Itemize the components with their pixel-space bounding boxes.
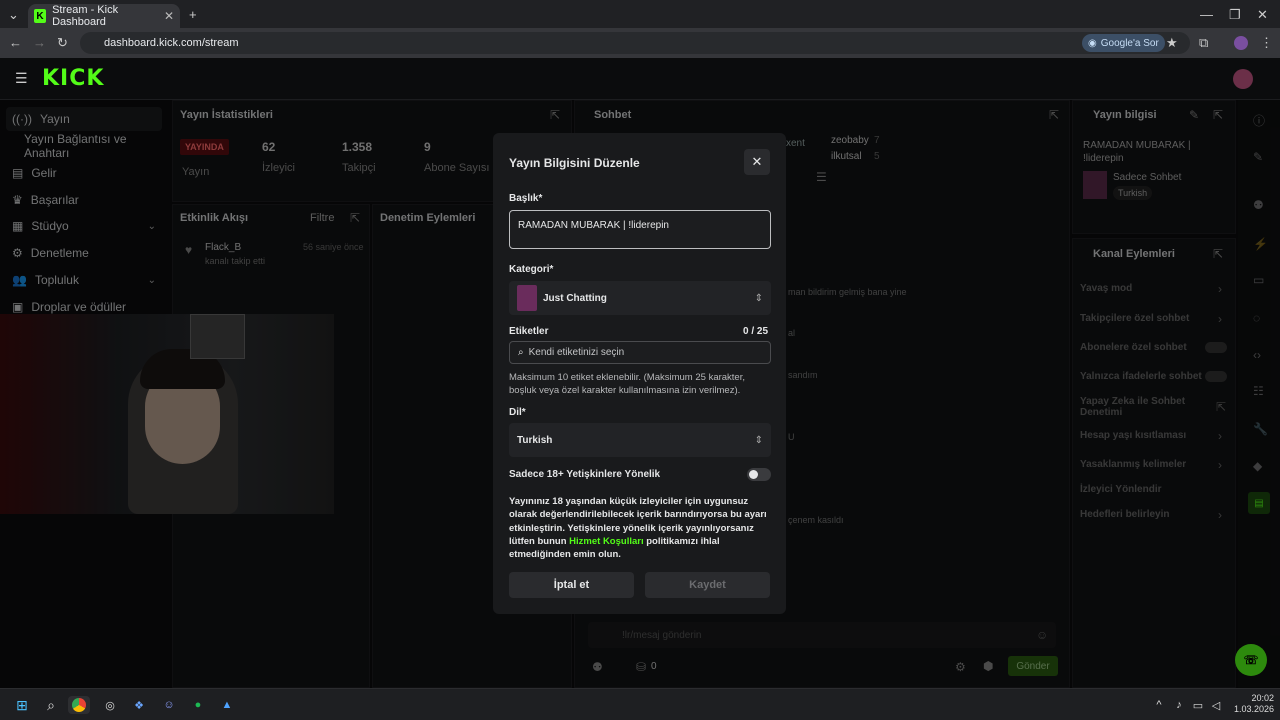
profile-avatar[interactable] [1234, 36, 1248, 50]
tags-count: 0 / 25 [743, 326, 769, 337]
terms-link[interactable]: Hizmet Koşulları [569, 536, 643, 547]
reload-icon[interactable]: ↻ [57, 35, 68, 51]
bookmark-star-icon[interactable]: ★ [1166, 35, 1178, 51]
lens-icon: ◉ [1088, 37, 1097, 49]
language-label: Dil* [509, 407, 526, 418]
menu-icon[interactable]: ⋮ [1260, 35, 1273, 51]
close-tab-icon[interactable]: ✕ [164, 9, 174, 23]
arc-taskbar-icon[interactable]: ▲ [218, 696, 236, 714]
back-icon[interactable]: ← [9, 35, 22, 50]
save-button[interactable]: Kaydet [645, 572, 770, 598]
modal-title: Yayın Bilgisini Düzenle [509, 156, 640, 170]
clock[interactable]: 20:02 1.03.2026 [1230, 693, 1274, 715]
adult-toggle[interactable] [747, 468, 771, 481]
minimize-icon[interactable]: — [1200, 7, 1213, 22]
discord-taskbar-icon[interactable]: ☺ [160, 696, 178, 714]
time: 20:02 [1251, 693, 1274, 703]
language-select[interactable]: Turkish ⇕ [509, 423, 771, 457]
close-icon[interactable]: ✕ [744, 149, 770, 175]
search-icon[interactable]: ⌕ [42, 696, 60, 714]
url-field[interactable]: dashboard.kick.com/stream [80, 32, 1190, 54]
new-tab-icon[interactable]: + [189, 7, 197, 22]
kick-favicon-icon: K [34, 9, 47, 23]
close-window-icon[interactable]: ✕ [1257, 7, 1268, 23]
spotify-taskbar-icon[interactable]: ● [189, 696, 207, 714]
date: 1.03.2026 [1233, 704, 1274, 714]
category-value: Just Chatting [543, 292, 607, 304]
select-arrows-icon: ⇕ [754, 434, 763, 446]
toggle-knob [749, 470, 758, 479]
app-taskbar-icon[interactable]: ❖ [130, 696, 148, 714]
google-ask-label: Google'a Sor [1100, 37, 1159, 49]
select-arrows-icon: ⇕ [754, 292, 763, 304]
category-label: Kategori* [509, 264, 554, 275]
chrome-taskbar-icon[interactable] [68, 696, 90, 714]
cancel-button[interactable]: İptal et [509, 572, 634, 598]
kick-logo[interactable]: KICK [42, 66, 104, 91]
search-icon: ⌕ [518, 347, 524, 358]
category-thumbnail [517, 285, 537, 311]
tags-input[interactable]: ⌕ Kendi etiketinizi seçin [509, 341, 771, 364]
tags-help: Maksimum 10 etiket eklenebilir. (Maksimu… [509, 372, 745, 396]
obs-taskbar-icon[interactable]: ◎ [101, 696, 119, 714]
tab-search-icon[interactable]: ⌄ [8, 7, 19, 23]
category-select[interactable]: Just Chatting ⇕ [509, 281, 771, 315]
user-avatar[interactable] [1233, 69, 1253, 89]
windows-start-icon[interactable]: ⊞ [13, 696, 31, 714]
url-text: dashboard.kick.com/stream [104, 37, 239, 49]
title-input-value: RAMADAN MUBARAK | !liderepin [518, 220, 669, 231]
forward-icon[interactable]: → [33, 35, 46, 50]
tab-title: Stream - Kick Dashboard [52, 4, 119, 28]
title-label: Başlık* [509, 193, 543, 204]
adult-label: Sadece 18+ Yetişkinlere Yönelik [509, 469, 661, 480]
dashboard-header [0, 58, 1280, 100]
microphone-icon[interactable]: ♪ [1170, 696, 1188, 714]
hamburger-icon[interactable]: ☰ [15, 70, 28, 87]
adult-help: Yayınınız 18 yaşından küçük izleyiciler … [509, 495, 771, 561]
tray-chevron-icon[interactable]: ^ [1150, 696, 1168, 714]
browser-tab[interactable]: K Stream - Kick Dashboard ✕ [28, 4, 180, 28]
network-icon[interactable]: ▭ [1189, 696, 1207, 714]
tags-label: Etiketler [509, 326, 549, 337]
chrome-logo [72, 698, 86, 712]
language-value: Turkish [517, 434, 553, 446]
maximize-icon[interactable]: ❐ [1229, 7, 1241, 23]
extensions-icon[interactable]: ⧉ [1199, 35, 1208, 51]
title-input[interactable]: RAMADAN MUBARAK | !liderepin [509, 210, 771, 249]
volume-icon[interactable]: ◁ [1207, 696, 1225, 714]
google-ask-button[interactable]: ◉ Google'a Sor [1082, 34, 1165, 52]
edit-stream-info-modal: Yayın Bilgisini Düzenle ✕ Başlık* RAMADA… [493, 133, 786, 614]
tags-placeholder: Kendi etiketinizi seçin [528, 347, 625, 358]
